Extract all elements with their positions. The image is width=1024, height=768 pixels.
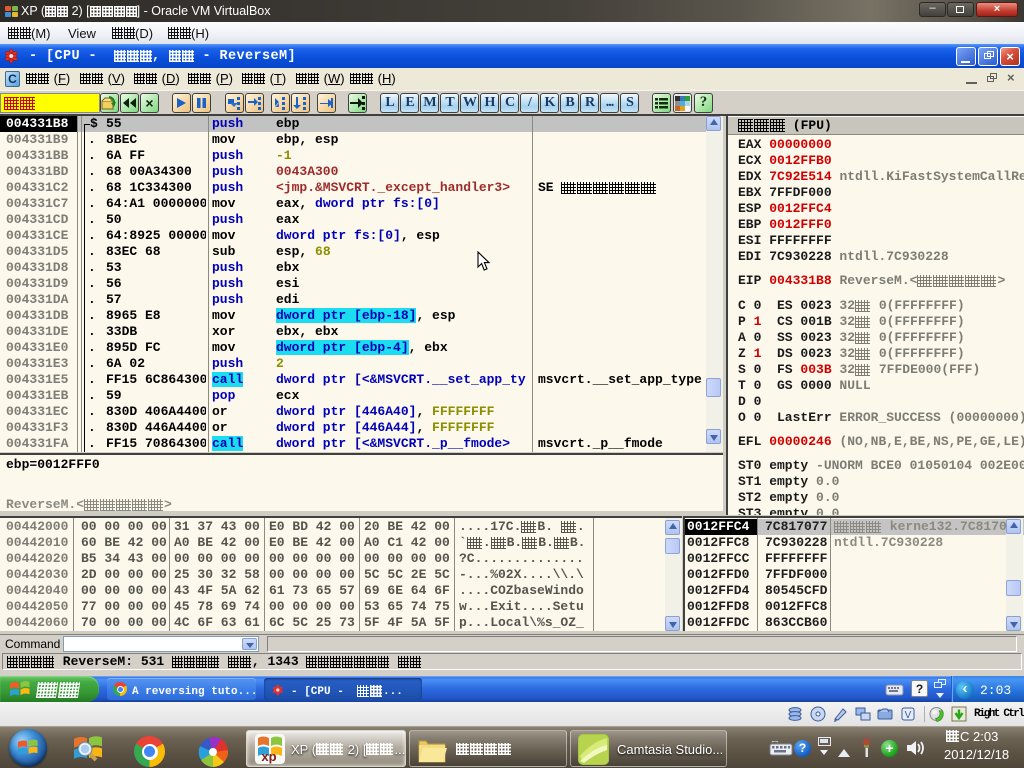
svg-text:xp: xp: [261, 749, 276, 764]
svg-text:V: V: [905, 710, 912, 721]
